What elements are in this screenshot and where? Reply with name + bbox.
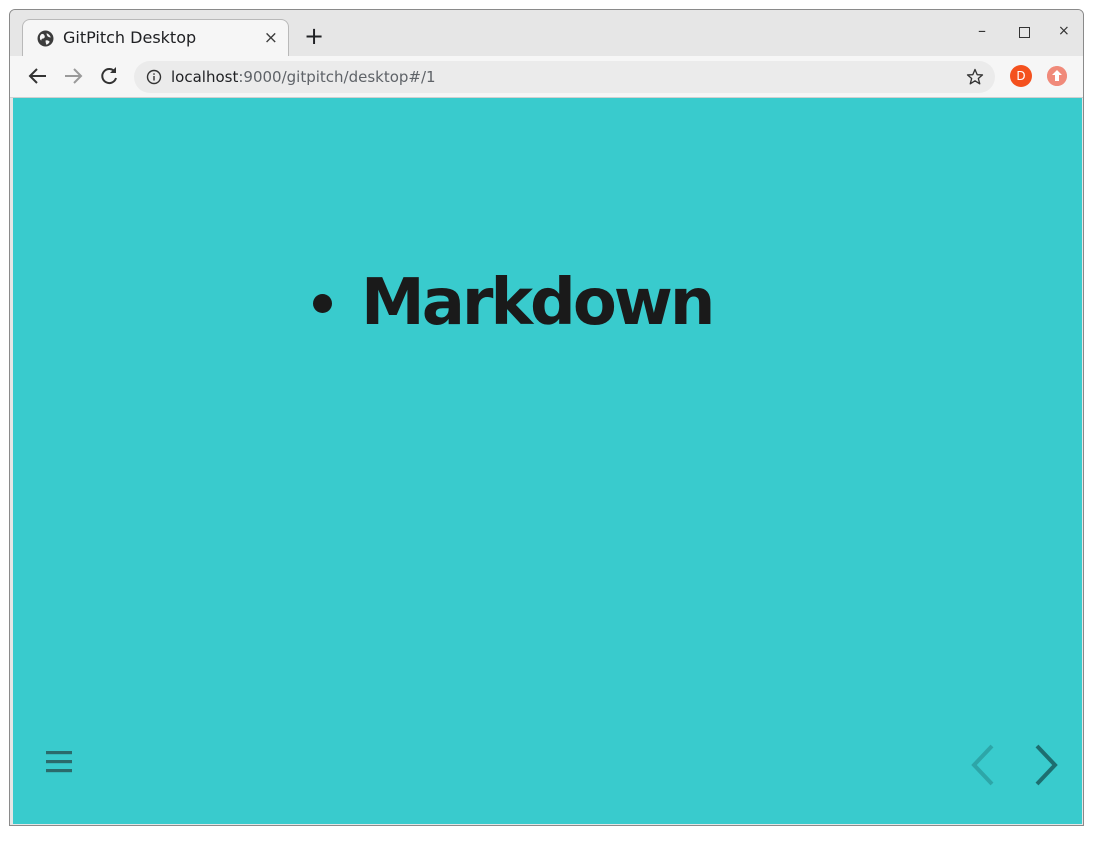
address-bar[interactable]: localhost:9000/gitpitch/desktop#/1 [134, 61, 995, 93]
minimize-button[interactable]: – [978, 21, 986, 40]
chevron-left-icon[interactable] [968, 743, 998, 787]
info-icon[interactable] [146, 69, 162, 85]
url-host: localhost [171, 68, 239, 86]
tab-gitpitch-desktop[interactable]: GitPitch Desktop × [22, 19, 289, 56]
tab-title: GitPitch Desktop [63, 28, 197, 47]
back-arrow-icon[interactable] [26, 64, 50, 88]
slide-list-item: Markdown [361, 266, 715, 340]
forward-arrow-icon[interactable] [61, 64, 85, 88]
maximize-button[interactable] [1019, 27, 1030, 38]
tab-strip: GitPitch Desktop × + – × [10, 10, 1083, 56]
upload-icon[interactable] [1047, 66, 1067, 86]
bullet-point [313, 294, 332, 313]
globe-icon [37, 30, 54, 47]
bookmark-star-icon[interactable] [965, 67, 985, 87]
new-tab-button[interactable]: + [304, 24, 324, 48]
presentation-slide: Markdown [13, 98, 1082, 824]
browser-toolbar: localhost:9000/gitpitch/desktop#/1 D [10, 56, 1083, 98]
url-text[interactable]: localhost:9000/gitpitch/desktop#/1 [171, 68, 436, 86]
browser-window: GitPitch Desktop × + – × localhost:9000/… [9, 9, 1084, 826]
close-window-button[interactable]: × [1058, 23, 1070, 39]
profile-avatar[interactable]: D [1010, 65, 1032, 87]
tab-close-button[interactable]: × [264, 28, 278, 48]
url-path: :9000/gitpitch/desktop#/1 [238, 68, 436, 86]
chevron-right-icon[interactable] [1031, 743, 1061, 787]
reload-icon[interactable] [97, 64, 121, 88]
hamburger-menu-icon[interactable] [46, 750, 72, 774]
